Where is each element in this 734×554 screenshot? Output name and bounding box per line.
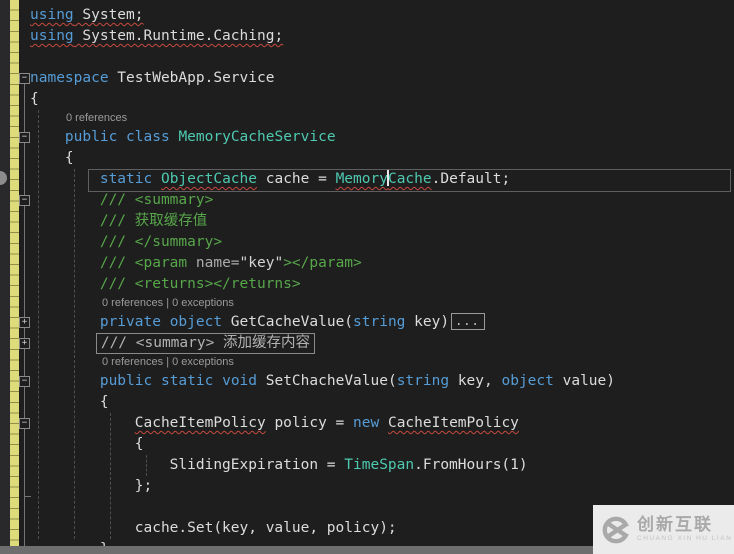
code-token: class bbox=[126, 129, 170, 145]
code-token: key) bbox=[405, 314, 449, 330]
code-token: new bbox=[353, 415, 379, 431]
code-token bbox=[30, 335, 100, 351]
code-token: using bbox=[30, 7, 74, 23]
code-token: namespace bbox=[30, 70, 109, 86]
code-token: void bbox=[222, 373, 257, 389]
code-line[interactable]: SlidingExpiration = TimeSpan.FromHours(1… bbox=[0, 455, 734, 476]
code-token: public bbox=[100, 373, 152, 389]
fold-collapse-marker[interactable]: − bbox=[19, 132, 30, 143]
code-token: policy = bbox=[266, 415, 353, 431]
codelens-info[interactable]: 0 references | 0 exceptions bbox=[0, 295, 734, 312]
code-token bbox=[152, 171, 161, 187]
code-line[interactable]: /// </summary> bbox=[0, 232, 734, 253]
code-line[interactable]: { bbox=[0, 392, 734, 413]
code-line[interactable]: using System.Runtime.Caching; bbox=[0, 26, 734, 47]
fold-collapse-marker[interactable]: − bbox=[19, 195, 30, 206]
code-token: static bbox=[100, 171, 152, 187]
code-line[interactable]: { bbox=[0, 148, 734, 169]
code-line[interactable]: /// 获取缓存值 bbox=[0, 211, 734, 232]
code-token: { bbox=[30, 394, 109, 410]
code-token: string bbox=[397, 373, 449, 389]
code-token: /// <returns></returns> bbox=[30, 276, 301, 292]
code-token: public bbox=[65, 129, 117, 145]
code-token: cache = bbox=[257, 171, 336, 187]
fold-collapse-marker[interactable]: − bbox=[19, 376, 30, 387]
code-line[interactable]: }; bbox=[0, 476, 734, 497]
code-token: Cache bbox=[388, 171, 432, 187]
code-token: CacheItemPolicy bbox=[135, 415, 266, 431]
collapsed-region-box[interactable]: /// <summary> 添加缓存内容 bbox=[96, 333, 315, 354]
code-token bbox=[30, 129, 65, 145]
code-token: name= bbox=[196, 255, 240, 271]
code-line[interactable]: public static void SetChacheValue(string… bbox=[0, 371, 734, 392]
code-token: private bbox=[100, 314, 161, 330]
code-token: ></param> bbox=[283, 255, 362, 271]
code-token: System.Runtime.Caching; bbox=[74, 28, 284, 44]
watermark-subtitle: CHUANG XIN HU LIAN bbox=[637, 535, 732, 543]
code-token: { bbox=[30, 436, 144, 452]
code-token: object bbox=[501, 373, 553, 389]
code-line[interactable]: private object GetCacheValue(string key)… bbox=[0, 312, 734, 333]
code-token: .Default; bbox=[432, 171, 511, 187]
code-line[interactable]: { bbox=[0, 89, 734, 110]
watermark-title: 创新互联 bbox=[637, 516, 732, 535]
code-token bbox=[152, 373, 161, 389]
code-token bbox=[213, 373, 222, 389]
code-token bbox=[30, 171, 100, 187]
code-token: SlidingExpiration = bbox=[30, 457, 344, 473]
code-token bbox=[161, 314, 170, 330]
code-token bbox=[379, 415, 388, 431]
code-token: SetChacheValue( bbox=[257, 373, 397, 389]
code-token: }; bbox=[30, 478, 152, 494]
code-token: /// </summary> bbox=[30, 234, 222, 250]
codelens-info[interactable]: 0 references | 0 exceptions bbox=[0, 354, 734, 371]
code-token bbox=[30, 415, 135, 431]
code-token bbox=[30, 314, 100, 330]
code-line[interactable]: /// <param name="key"></param> bbox=[0, 253, 734, 274]
code-token: value) bbox=[554, 373, 615, 389]
code-line[interactable] bbox=[0, 47, 734, 68]
code-token: ObjectCache bbox=[161, 171, 257, 187]
code-token: TimeSpan bbox=[344, 457, 414, 473]
code-line[interactable]: /// <summary> bbox=[0, 190, 734, 211]
code-line[interactable]: /// <summary> 添加缓存内容 bbox=[0, 333, 734, 354]
code-token: key, bbox=[449, 373, 501, 389]
fold-expand-marker[interactable]: + bbox=[19, 338, 30, 349]
code-token: /// 获取缓存值 bbox=[30, 213, 207, 229]
code-token: MemoryCacheService bbox=[178, 129, 335, 145]
code-token: using bbox=[30, 28, 74, 44]
code-token: Memory bbox=[336, 171, 388, 187]
code-token: GetCacheValue( bbox=[222, 314, 353, 330]
code-token: TestWebApp.Service bbox=[109, 70, 275, 86]
fold-expand-marker[interactable]: + bbox=[19, 317, 30, 328]
chuangxin-logo-icon bbox=[600, 514, 632, 546]
code-token: .FromHours(1) bbox=[414, 457, 528, 473]
code-line[interactable]: CacheItemPolicy policy = new CacheItemPo… bbox=[0, 413, 734, 434]
code-line[interactable]: namespace TestWebApp.Service bbox=[0, 68, 734, 89]
code-token: /// <param bbox=[30, 255, 196, 271]
code-line[interactable]: { bbox=[0, 434, 734, 455]
fold-collapse-marker[interactable]: − bbox=[19, 418, 30, 429]
code-editor-area[interactable]: using System;using System.Runtime.Cachin… bbox=[0, 0, 734, 546]
code-token: /// <summary> bbox=[30, 192, 213, 208]
code-token bbox=[30, 373, 100, 389]
code-token: "key" bbox=[240, 255, 284, 271]
code-token: System; bbox=[74, 7, 144, 23]
code-token: cache.Set(key, value, policy); bbox=[30, 520, 397, 536]
codelens-info[interactable]: 0 references bbox=[0, 110, 734, 127]
code-token: static bbox=[161, 373, 213, 389]
code-line[interactable]: using System; bbox=[0, 5, 734, 26]
collapsed-body-box[interactable]: ... bbox=[451, 313, 485, 330]
code-token: { bbox=[30, 91, 39, 107]
fold-collapse-marker[interactable]: − bbox=[19, 73, 30, 84]
code-token: CacheItemPolicy bbox=[388, 415, 519, 431]
code-token: object bbox=[170, 314, 222, 330]
code-line[interactable]: public class MemoryCacheService bbox=[0, 127, 734, 148]
code-line[interactable]: /// <returns></returns> bbox=[0, 274, 734, 295]
code-line-current[interactable]: static ObjectCache cache = MemoryCache.D… bbox=[0, 169, 734, 190]
code-token: { bbox=[30, 150, 74, 166]
watermark: 创新互联 CHUANG XIN HU LIAN bbox=[593, 505, 734, 554]
code-token bbox=[117, 129, 126, 145]
code-token: string bbox=[353, 314, 405, 330]
